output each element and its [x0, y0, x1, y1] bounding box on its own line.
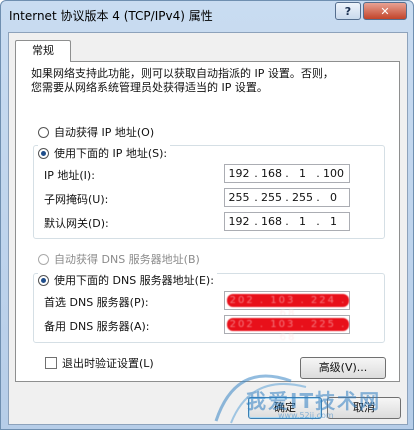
ip-address-octet-3: 1: [299, 167, 306, 180]
default-gateway-octet-1: 192: [228, 215, 250, 228]
radio-auto-dns: 自动获得 DNS 服务器地址(B): [38, 251, 200, 267]
description: 如果网络支持此功能，则可以获取自动指派的 IP 设置。否则， 您需要从网络系统管…: [31, 67, 371, 95]
validate-settings-checkbox[interactable]: [45, 357, 57, 369]
radio-manual-dns-label: 使用下面的 DNS 服务器地址(E):: [54, 274, 214, 287]
radio-auto-ip-indicator[interactable]: [38, 126, 49, 138]
dialog-window: Internet 协议版本 4 (TCP/IPv4) 属性 ? ✕ 常规 如果网…: [0, 0, 414, 430]
default-gateway-label: 默认网关(D):: [44, 217, 109, 230]
title-bar[interactable]: Internet 协议版本 4 (TCP/IPv4) 属性 ? ✕: [1, 1, 413, 31]
radio-manual-ip-label: 使用下面的 IP 地址(S):: [54, 147, 168, 160]
alternate-dns-label: 备用 DNS 服务器(A):: [44, 320, 150, 333]
default-gateway-octet-3: 1: [299, 215, 306, 228]
ip-address-octet-4: 100: [323, 167, 344, 180]
radio-auto-dns-label: 自动获得 DNS 服务器地址(B): [54, 253, 200, 266]
validate-settings-label: 退出时验证设置(L): [62, 357, 154, 370]
radio-manual-ip-indicator[interactable]: [38, 147, 49, 159]
radio-manual-dns[interactable]: 使用下面的 DNS 服务器地址(E):: [38, 272, 217, 288]
validate-settings-row[interactable]: 退出时验证设置(L): [45, 355, 154, 371]
close-button[interactable]: ✕: [363, 2, 407, 20]
cancel-button[interactable]: 取消: [327, 397, 401, 419]
preferred-dns-redaction: 202 . 103 . 224 . 68: [227, 294, 349, 319]
subnet-mask-octet-4: 0: [330, 191, 337, 204]
window-title: Internet 协议版本 4 (TCP/IPv4) 属性: [9, 9, 213, 23]
default-gateway-input[interactable]: 192. 168. 1. 1: [224, 212, 350, 231]
preferred-dns-label: 首选 DNS 服务器(P):: [44, 296, 149, 309]
description-line-1: 如果网络支持此功能，则可以获取自动指派的 IP 设置。否则，: [31, 67, 334, 80]
subnet-mask-label: 子网掩码(U):: [44, 193, 109, 206]
alternate-dns-redaction: 202 . 103 . 225 . 68: [227, 318, 349, 343]
radio-manual-ip[interactable]: 使用下面的 IP 地址(S):: [38, 145, 171, 161]
subnet-mask-octet-2: 255: [261, 191, 282, 204]
subnet-mask-octet-1: 255: [228, 191, 250, 204]
help-button[interactable]: ?: [335, 2, 361, 20]
advanced-button[interactable]: 高级(V)...: [300, 357, 386, 379]
default-gateway-octet-4: 1: [330, 215, 337, 228]
radio-auto-dns-indicator: [38, 253, 49, 265]
ip-address-octet-1: 192: [228, 167, 250, 180]
radio-auto-ip[interactable]: 自动获得 IP 地址(O): [38, 124, 154, 140]
radio-auto-ip-label: 自动获得 IP 地址(O): [54, 126, 155, 139]
description-line-2: 您需要从网络系统管理员处获得适当的 IP 设置。: [31, 81, 268, 94]
default-gateway-octet-2: 168: [261, 215, 282, 228]
ip-address-input[interactable]: 192. 168. 1. 100: [224, 164, 350, 183]
dialog-client: 常规 如果网络支持此功能，则可以获取自动指派的 IP 设置。否则， 您需要从网络…: [8, 32, 408, 425]
subnet-mask-octet-3: 255: [292, 191, 313, 204]
radio-manual-dns-indicator[interactable]: [38, 274, 49, 286]
ok-button[interactable]: 确定: [248, 397, 322, 419]
ip-address-label: IP 地址(I):: [44, 169, 95, 182]
ip-address-octet-2: 168: [261, 167, 282, 180]
tab-general[interactable]: 常规: [15, 40, 71, 62]
subnet-mask-input[interactable]: 255. 255. 255. 0: [224, 188, 350, 207]
